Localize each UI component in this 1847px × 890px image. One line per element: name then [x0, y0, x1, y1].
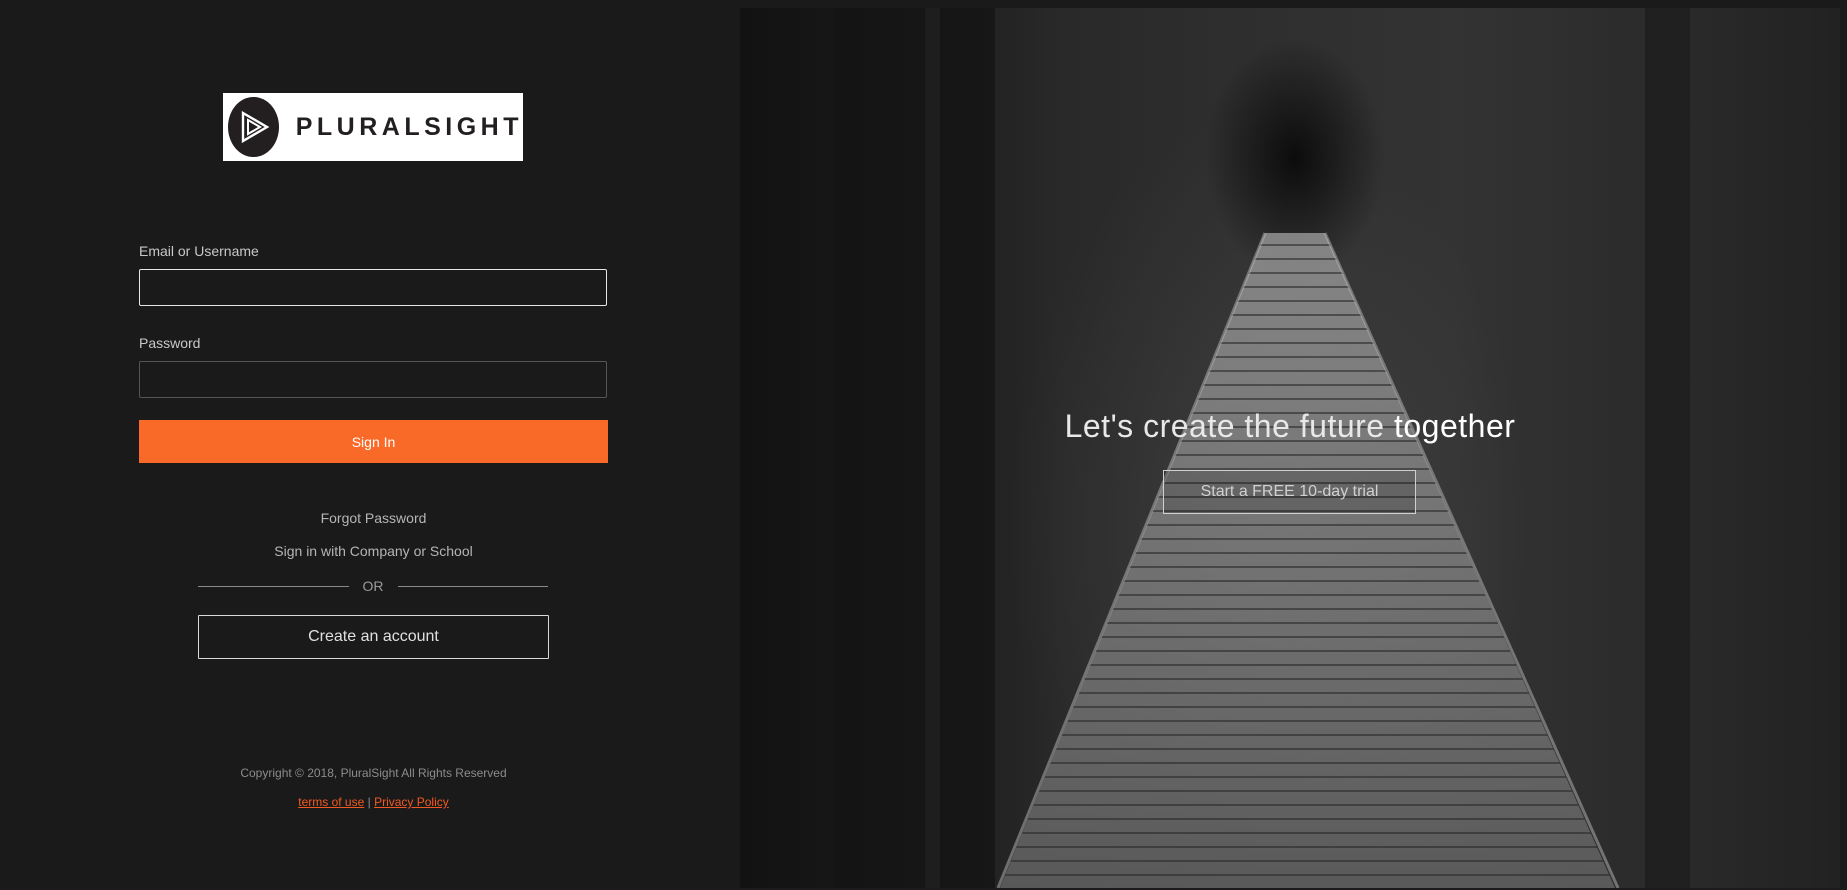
hero-headline: Let's create the future together — [740, 408, 1840, 445]
forest-boardwalk-background — [740, 8, 1690, 888]
pluralsight-logo: PLURALSIGHT — [223, 93, 523, 161]
hero-headline-bold: together — [1393, 408, 1516, 444]
divider-line-left — [198, 585, 349, 587]
create-account-button[interactable]: Create an account — [198, 615, 549, 659]
legal-separator: | — [367, 795, 371, 809]
copyright-text: Copyright © 2018, PluralSight All Rights… — [240, 766, 507, 780]
sign-in-button[interactable]: Sign In — [139, 420, 608, 463]
play-triangle-logo-icon — [228, 97, 279, 157]
forgot-password-link[interactable]: Forgot Password — [139, 510, 608, 526]
password-field[interactable] — [139, 361, 607, 398]
login-page: PLURALSIGHT Email or Username Password S… — [0, 0, 1847, 890]
divider-line-right — [397, 585, 548, 587]
or-text: OR — [362, 578, 384, 594]
or-divider: OR — [198, 576, 548, 596]
hero-headline-light: Let's create the future — [1064, 408, 1385, 444]
hero-panel: Let's create the future together Start a… — [740, 8, 1840, 888]
password-label: Password — [139, 335, 201, 351]
company-signin-link[interactable]: Sign in with Company or School — [139, 543, 608, 559]
logo-wordmark: PLURALSIGHT — [295, 112, 523, 141]
email-field[interactable] — [139, 269, 607, 306]
terms-of-use-link[interactable]: terms of use — [298, 795, 364, 809]
privacy-policy-link[interactable]: Privacy Policy — [374, 795, 449, 809]
email-label: Email or Username — [139, 243, 259, 259]
login-panel: PLURALSIGHT Email or Username Password S… — [0, 0, 740, 890]
free-trial-button[interactable]: Start a FREE 10-day trial — [1163, 470, 1416, 514]
legal-links: terms of use | Privacy Policy — [139, 795, 608, 809]
